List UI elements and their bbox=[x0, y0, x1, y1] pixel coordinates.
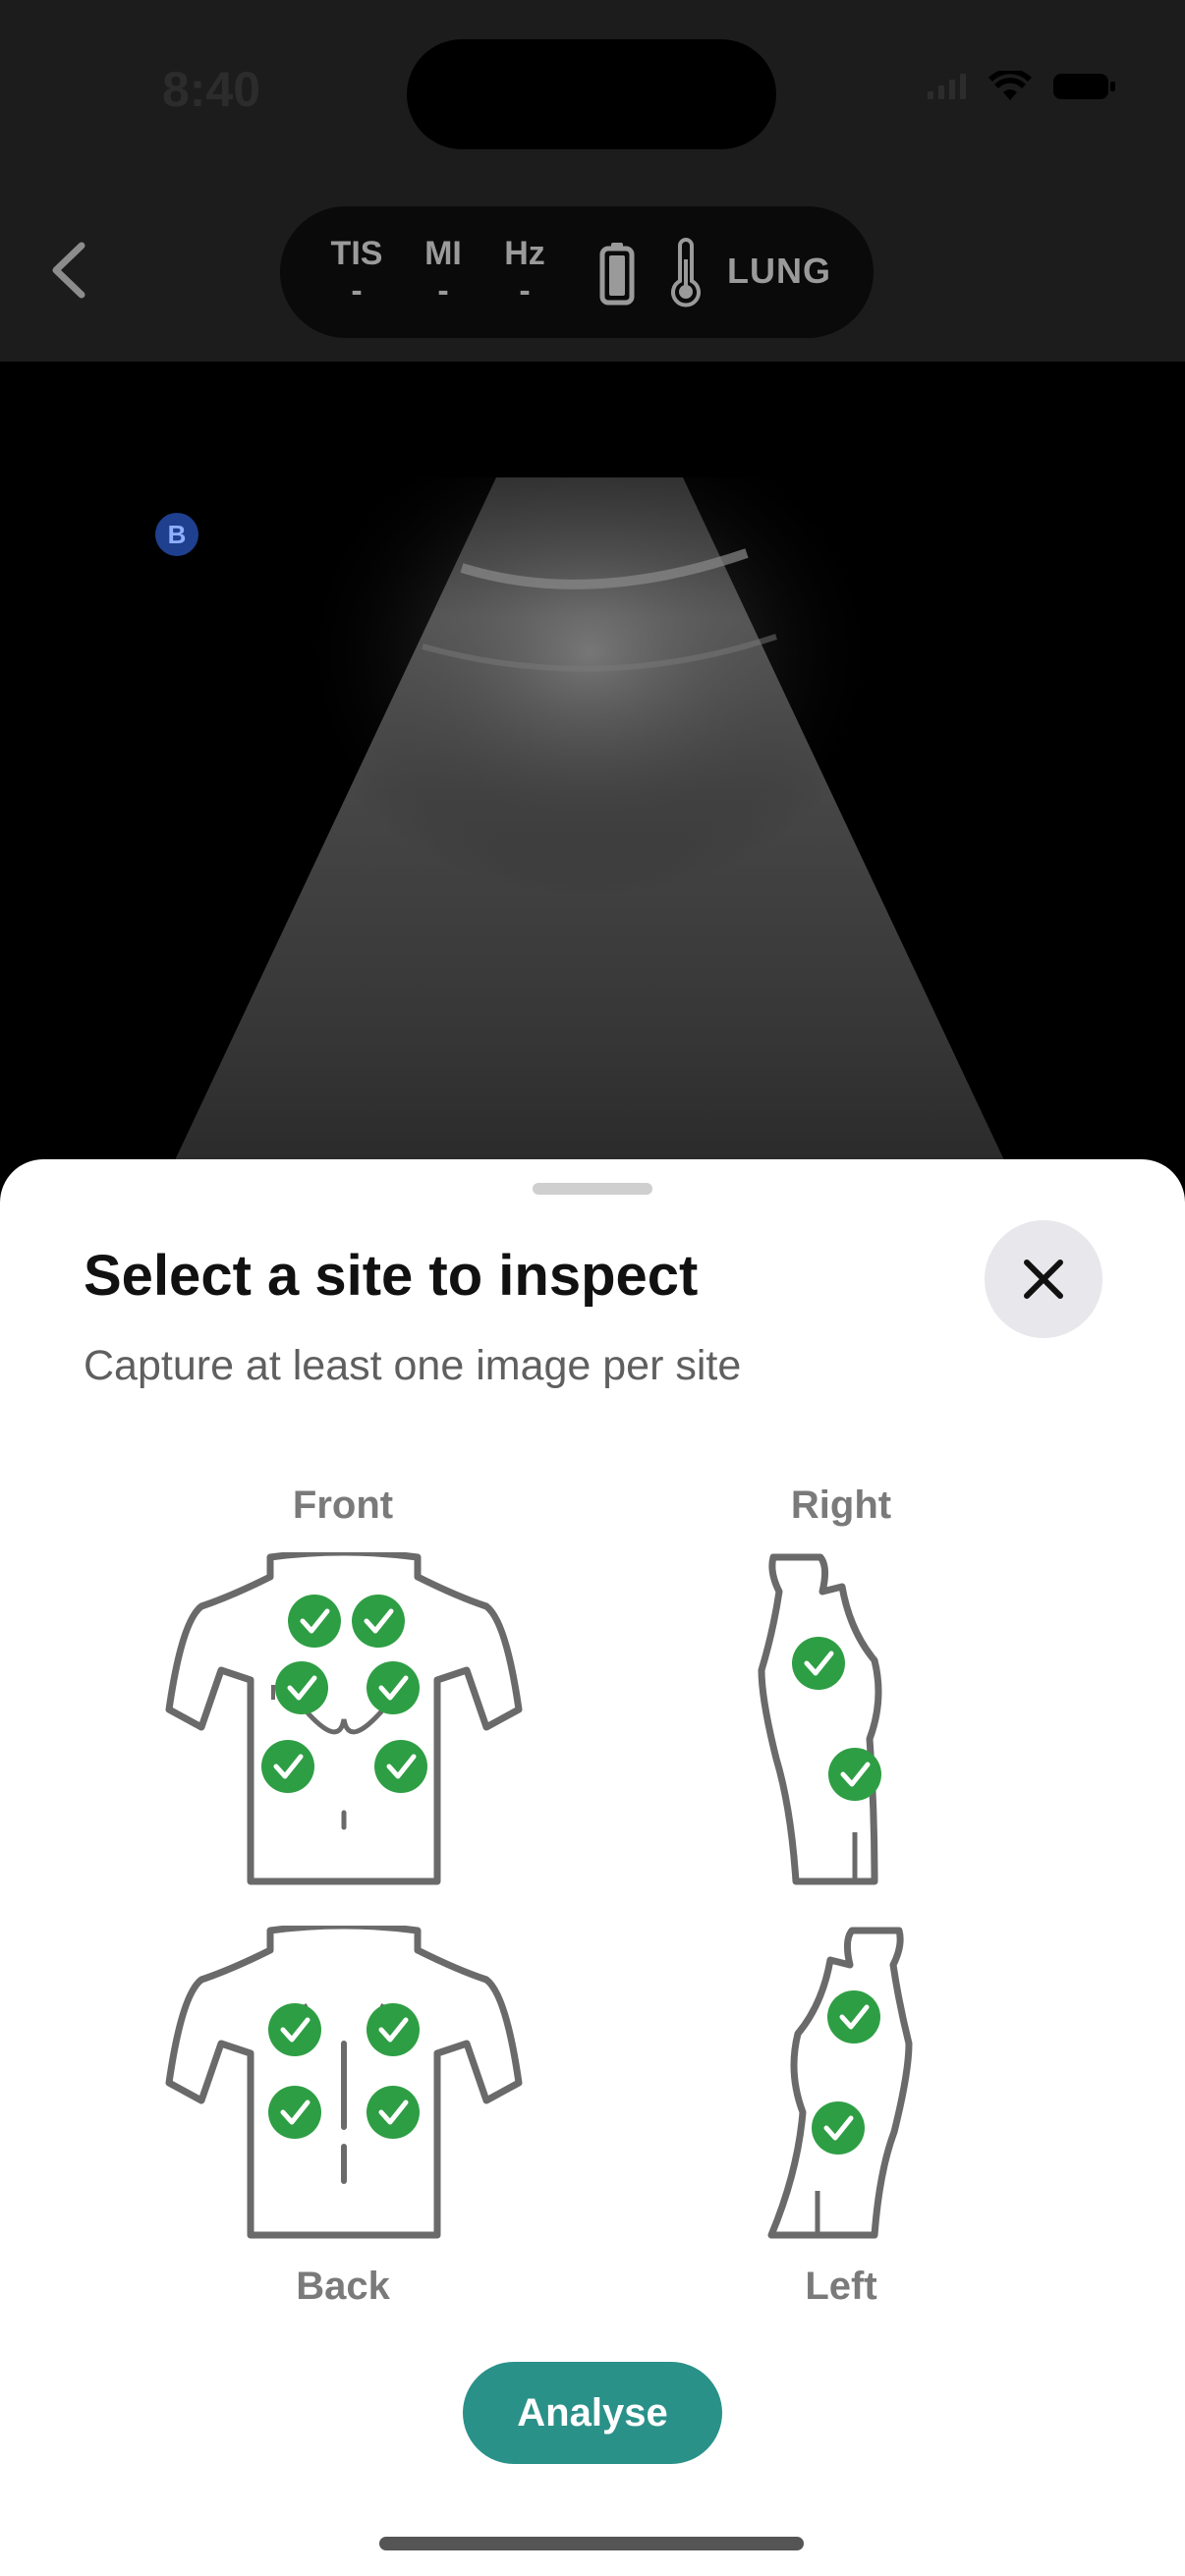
scan-parameters-pill: TIS - MI - Hz - LUNG bbox=[280, 206, 874, 338]
battery-icon bbox=[1053, 74, 1115, 99]
back-button[interactable] bbox=[39, 226, 98, 314]
imaging-mode-label: LUNG bbox=[727, 251, 831, 291]
sheet-subtitle: Capture at least one image per site bbox=[84, 1342, 742, 1389]
back-view-label: Back bbox=[296, 2265, 390, 2308]
left-view-label: Left bbox=[805, 2265, 877, 2308]
back-site-4[interactable] bbox=[367, 2086, 420, 2139]
front-site-5[interactable] bbox=[261, 1740, 314, 1793]
tis-label: TIS bbox=[330, 235, 383, 272]
front-site-4[interactable] bbox=[367, 1661, 420, 1714]
front-site-2[interactable] bbox=[352, 1595, 405, 1648]
ultrasound-image: B bbox=[0, 362, 1185, 1177]
hz-value: - bbox=[519, 272, 531, 309]
back-site-3[interactable] bbox=[268, 2086, 321, 2139]
status-icons bbox=[928, 71, 1116, 102]
front-site-1[interactable] bbox=[288, 1595, 341, 1648]
chevron-left-icon bbox=[52, 242, 85, 299]
hz-metric: Hz - bbox=[485, 234, 564, 308]
wifi-icon bbox=[988, 71, 1032, 100]
site-selection-sheet: Select a site to inspect Capture at leas… bbox=[0, 1159, 1185, 2576]
back-torso-diagram[interactable] bbox=[157, 1926, 531, 2240]
hz-label: Hz bbox=[504, 235, 545, 272]
close-icon bbox=[1024, 1260, 1063, 1299]
back-site-1[interactable] bbox=[268, 2003, 321, 2056]
mi-value: - bbox=[437, 272, 449, 309]
left-site-1[interactable] bbox=[827, 1990, 880, 2044]
sheet-grabber[interactable] bbox=[533, 1183, 652, 1195]
ultrasound-sector bbox=[167, 477, 1012, 1177]
close-button[interactable] bbox=[985, 1220, 1102, 1338]
tis-metric: TIS - bbox=[317, 234, 396, 308]
sheet-title: Select a site to inspect bbox=[84, 1244, 699, 1308]
right-site-2[interactable] bbox=[828, 1748, 881, 1801]
tis-value: - bbox=[351, 272, 363, 309]
front-site-3[interactable] bbox=[275, 1661, 328, 1714]
left-site-2[interactable] bbox=[812, 2101, 865, 2155]
top-bar: 8:40 TIS - MI - Hz - LUNG bbox=[0, 0, 1185, 362]
right-site-1[interactable] bbox=[792, 1637, 845, 1690]
left-side-diagram[interactable] bbox=[752, 1926, 929, 2240]
probe-battery-icon bbox=[599, 243, 635, 306]
mi-metric: MI - bbox=[404, 234, 482, 308]
dynamic-island bbox=[407, 39, 776, 149]
status-time: 8:40 bbox=[162, 62, 261, 117]
analyse-button[interactable]: Analyse bbox=[463, 2362, 722, 2464]
back-site-2[interactable] bbox=[367, 2003, 420, 2056]
b-mode-badge: B bbox=[155, 513, 198, 556]
right-side-diagram[interactable] bbox=[752, 1552, 929, 1886]
mi-label: MI bbox=[424, 235, 462, 272]
signal-icon bbox=[928, 74, 966, 99]
home-indicator[interactable] bbox=[379, 2537, 804, 2550]
front-torso-diagram[interactable] bbox=[157, 1552, 531, 1886]
front-view-label: Front bbox=[292, 1484, 394, 1527]
right-view-label: Right bbox=[790, 1484, 892, 1527]
thermometer-icon bbox=[671, 238, 701, 308]
front-site-6[interactable] bbox=[374, 1740, 427, 1793]
